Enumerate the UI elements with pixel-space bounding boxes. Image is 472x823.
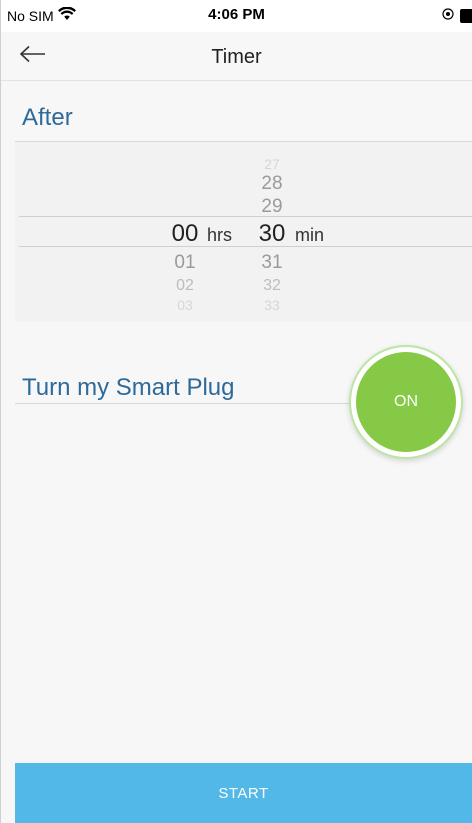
timer-screen: No SIM 4:06 PM Timer After 00 hrs 01 02 …	[0, 0, 472, 823]
minutes-selected-value[interactable]: 30	[247, 222, 297, 246]
hours-selected-value[interactable]: 00	[160, 222, 210, 246]
minutes-option[interactable]: 32	[247, 278, 297, 294]
battery-icon	[460, 9, 472, 23]
minutes-option[interactable]: 28	[247, 174, 297, 193]
hours-option[interactable]: 03	[160, 298, 210, 312]
duration-picker[interactable]: 00 hrs 01 02 03 27 28 29 30 min 31 32 33	[15, 142, 472, 322]
page-title: Timer	[211, 46, 262, 68]
minutes-unit-label: min	[295, 225, 325, 245]
plug-section-title: Turn my Smart Plug	[22, 374, 235, 401]
hours-unit-label: hrs	[207, 225, 233, 245]
status-time: 4:06 PM	[208, 6, 265, 23]
minutes-option[interactable]: 29	[247, 197, 297, 216]
divider	[15, 403, 355, 404]
nav-bar: Timer	[1, 32, 472, 81]
minutes-option[interactable]: 31	[247, 253, 297, 272]
on-off-toggle[interactable]: ON	[349, 345, 463, 459]
after-section-title: After	[22, 104, 73, 131]
hours-option[interactable]: 02	[160, 278, 210, 294]
hours-option[interactable]: 01	[160, 253, 210, 272]
picker-selection-top-line	[19, 216, 472, 217]
minutes-option[interactable]: 27	[247, 157, 297, 171]
status-bar: No SIM 4:06 PM	[1, 0, 472, 32]
start-button[interactable]: START	[15, 763, 472, 823]
status-right	[442, 7, 472, 25]
orientation-lock-icon	[442, 7, 454, 25]
on-toggle-label: ON	[356, 352, 456, 452]
picker-selection-bottom-line	[19, 246, 472, 247]
minutes-option[interactable]: 33	[247, 298, 297, 312]
